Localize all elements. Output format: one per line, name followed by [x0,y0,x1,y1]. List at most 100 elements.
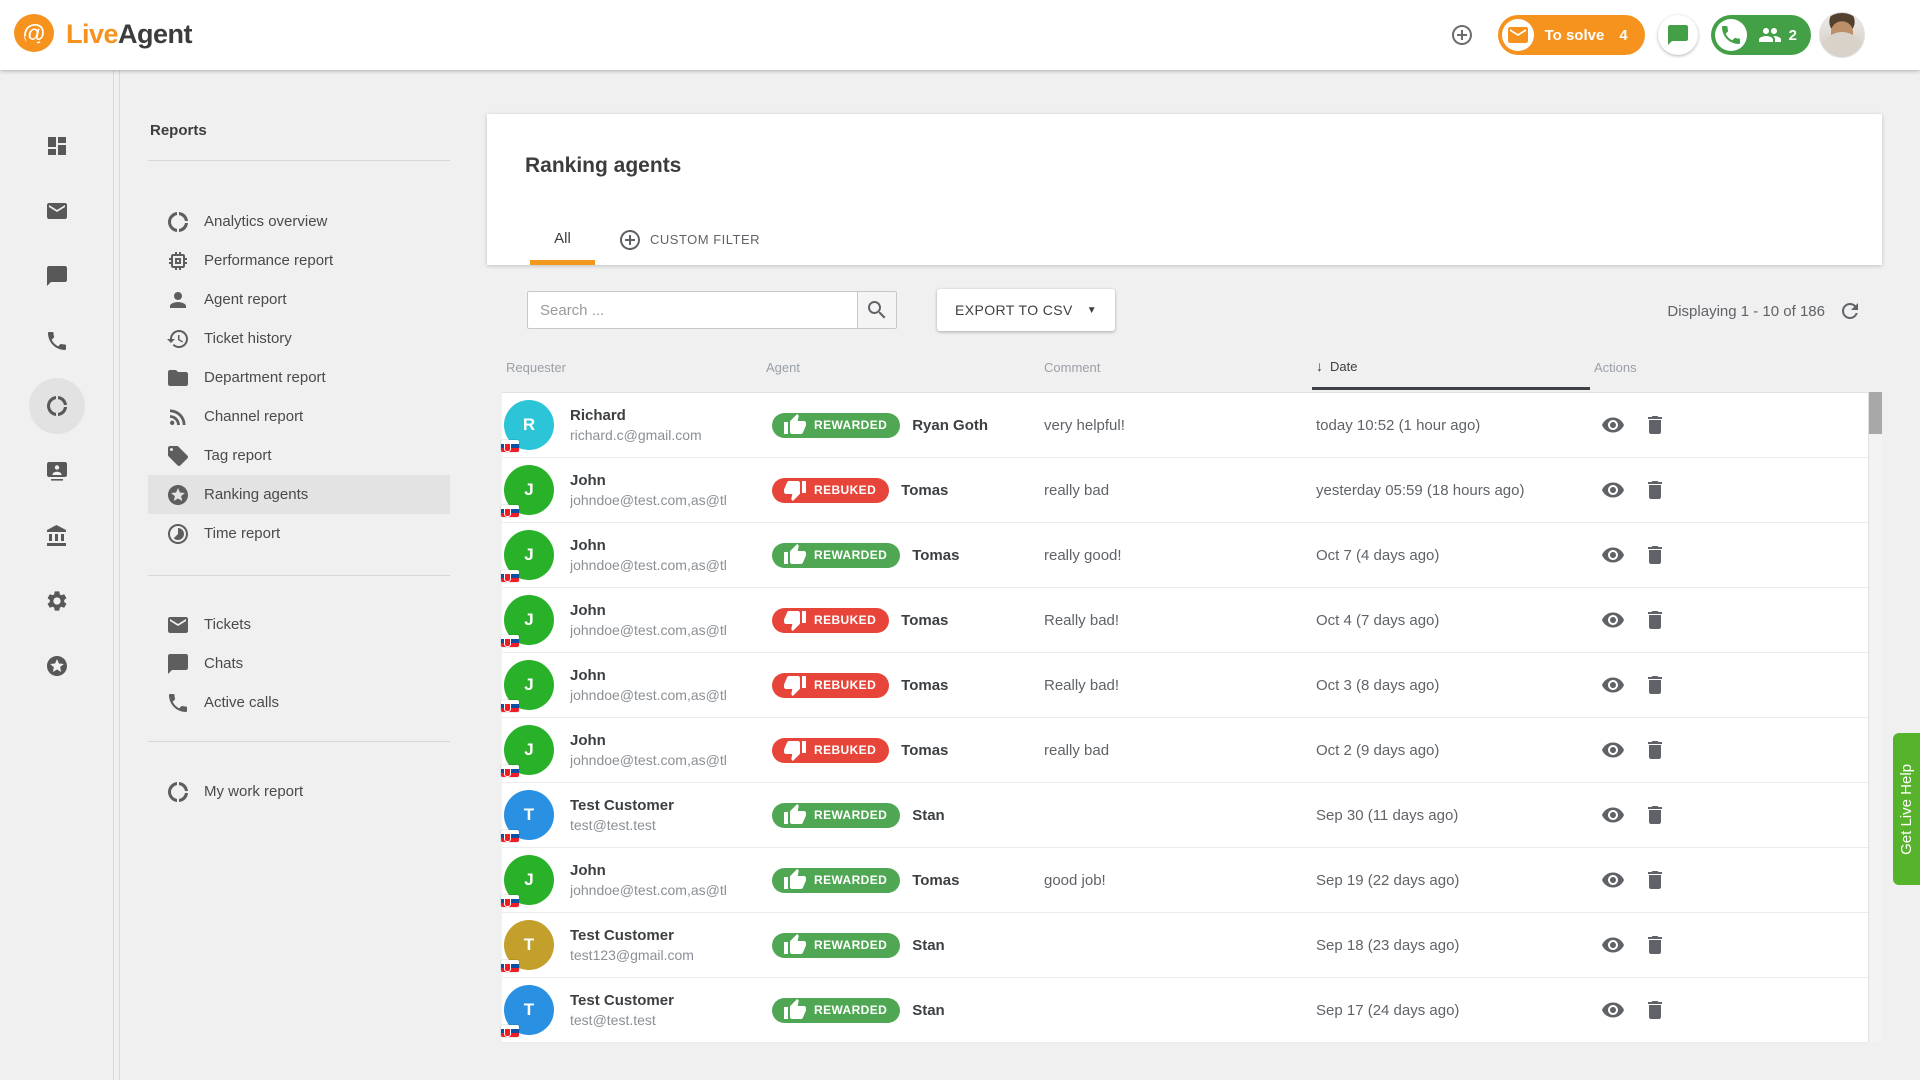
eye-icon [1601,933,1625,957]
sidebar-item-ticket-history[interactable]: Ticket history [148,319,450,358]
rail-gamification-button[interactable] [29,638,85,694]
table-row[interactable]: J John johndoe@test.com,as@tl REBUKED To… [502,588,1868,653]
calls-button[interactable]: 2 [1711,15,1811,55]
requester-name: John [570,730,727,751]
table-body: R Richard richard.c@gmail.com REWARDED R… [502,392,1868,1043]
to-solve-button[interactable]: To solve 4 [1498,15,1645,55]
table-scrollbar[interactable] [1868,392,1882,1042]
sidebar-item-channel-report[interactable]: Channel report [148,397,450,436]
sidebar-item-tickets[interactable]: Tickets [148,605,450,644]
table-row[interactable]: T Test Customer test@test.test REWARDED … [502,783,1868,848]
rail-contacts-button[interactable] [29,443,85,499]
scrollbar-thumb[interactable] [1869,392,1882,434]
search-input[interactable] [527,291,857,329]
column-date[interactable]: Date [1312,345,1590,390]
rail-billing-button[interactable] [29,508,85,564]
table-row[interactable]: J John johndoe@test.com,as@tl REWARDED T… [502,848,1868,913]
agent-name: Tomas [912,547,959,564]
chats-button[interactable] [1658,15,1698,55]
view-button[interactable] [1600,412,1626,438]
column-requester[interactable]: Requester [502,345,762,390]
delete-button[interactable] [1642,802,1668,828]
delete-button[interactable] [1642,672,1668,698]
liveagent-logo[interactable]: LiveAgent [14,13,192,55]
sidebar-item-department-report[interactable]: Department report [148,358,450,397]
add-button[interactable] [1442,15,1482,55]
delete-button[interactable] [1642,867,1668,893]
rail-tickets-button[interactable] [29,183,85,239]
user-avatar[interactable] [1819,12,1865,58]
delete-button[interactable] [1642,932,1668,958]
rail-reports-button[interactable] [29,378,85,434]
table-row[interactable]: J John johndoe@test.com,as@tl REBUKED To… [502,458,1868,523]
sidebar-item-label: Chats [204,655,243,672]
refresh-icon [1838,299,1862,323]
thumb-down-icon [783,608,807,632]
rail-calls-button[interactable] [29,313,85,369]
rail-chats-button[interactable] [29,248,85,304]
badge-label: REBUKED [814,743,876,757]
requester-cell: J John johndoe@test.com,as@tl [502,725,762,775]
view-button[interactable] [1600,932,1626,958]
sidebar-item-my-work-report[interactable]: My work report [148,772,450,811]
delete-button[interactable] [1642,737,1668,763]
view-button[interactable] [1600,867,1626,893]
column-actions[interactable]: Actions [1590,345,1868,390]
sidebar-item-chats[interactable]: Chats [148,644,450,683]
search-button[interactable] [857,291,897,329]
view-button[interactable] [1600,542,1626,568]
tab-custom-filter[interactable]: CUSTOM FILTER [618,217,760,265]
requester-email: johndoe@test.com,as@tl [570,751,727,771]
view-button[interactable] [1600,802,1626,828]
delete-button[interactable] [1642,997,1668,1023]
person-icon [166,288,190,312]
badge-label: REWARDED [814,808,887,822]
requester-name: Richard [570,405,702,426]
sidebar-item-time-report[interactable]: Time report [148,514,450,553]
rail-dashboard-button[interactable] [29,118,85,174]
thumb-down-icon [783,673,807,697]
view-button[interactable] [1600,997,1626,1023]
slovakia-flag-icon [501,765,519,777]
export-to-csv-button[interactable]: EXPORT TO CSV ▼ [937,289,1115,331]
sidebar-item-ranking-agents[interactable]: Ranking agents [148,475,450,514]
table-row[interactable]: J John johndoe@test.com,as@tl REWARDED T… [502,523,1868,588]
delete-button[interactable] [1642,477,1668,503]
refresh-button[interactable] [1838,299,1862,323]
view-button[interactable] [1600,672,1626,698]
sidebar-item-active-calls[interactable]: Active calls [148,683,450,722]
view-button[interactable] [1600,737,1626,763]
delete-button[interactable] [1642,542,1668,568]
sidebar-item-label: Department report [204,369,326,386]
rail-settings-button[interactable] [29,573,85,629]
sidebar-item-tag-report[interactable]: Tag report [148,436,450,475]
table-row[interactable]: J John johndoe@test.com,as@tl REBUKED To… [502,653,1868,718]
get-live-help-button[interactable]: Get Live Help [1893,733,1920,885]
table-row[interactable]: T Test Customer test123@gmail.com REWARD… [502,913,1868,978]
agent-name: Tomas [901,612,948,629]
view-button[interactable] [1600,477,1626,503]
column-comment[interactable]: Comment [1040,345,1312,390]
trash-icon [1643,998,1667,1022]
agent-name: Stan [912,937,945,954]
requester-email: johndoe@test.com,as@tl [570,556,727,576]
dashboard-icon [45,134,69,158]
delete-button[interactable] [1642,412,1668,438]
sidebar-item-performance-report[interactable]: Performance report [148,241,450,280]
requester-cell: T Test Customer test@test.test [502,790,762,840]
sidebar-item-analytics-overview[interactable]: Analytics overview [148,202,450,241]
requester-cell: J John johndoe@test.com,as@tl [502,595,762,645]
delete-button[interactable] [1642,607,1668,633]
table-row[interactable]: R Richard richard.c@gmail.com REWARDED R… [502,393,1868,458]
badge-label: REWARDED [814,418,887,432]
slovakia-flag-icon [501,505,519,517]
badge-label: REBUKED [814,483,876,497]
history-icon [166,327,190,351]
sidebar-item-agent-report[interactable]: Agent report [148,280,450,319]
avatar-letter: J [524,740,533,760]
view-button[interactable] [1600,607,1626,633]
table-row[interactable]: J John johndoe@test.com,as@tl REBUKED To… [502,718,1868,783]
table-row[interactable]: T Test Customer test@test.test REWARDED … [502,978,1868,1043]
tab-all[interactable]: All [530,217,595,265]
column-agent[interactable]: Agent [762,345,1040,390]
